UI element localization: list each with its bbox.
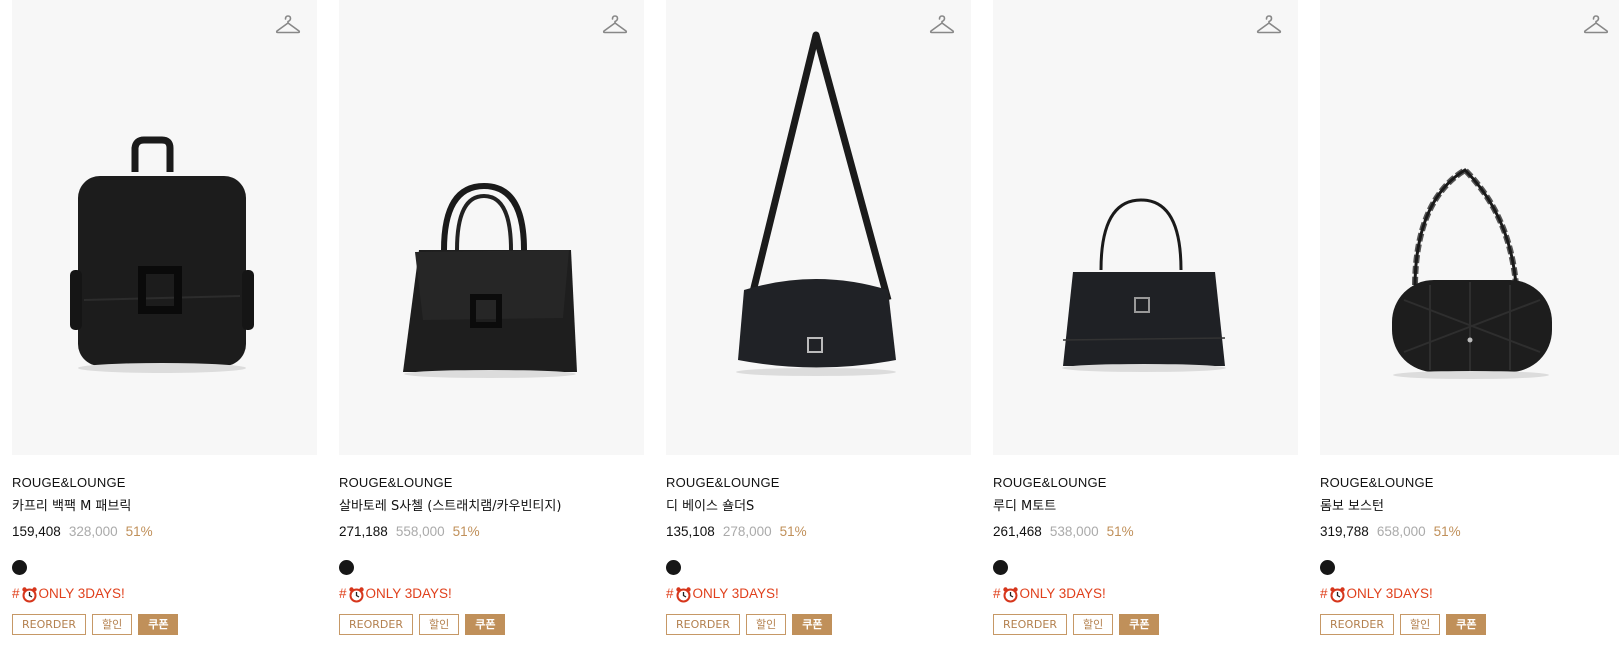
color-swatch[interactable] [993, 560, 1008, 575]
promo-tag[interactable]: # ONLY 3DAYS! [339, 585, 644, 603]
tag-text: ONLY 3DAYS! [365, 586, 452, 601]
tote-bag-image [1062, 198, 1226, 372]
sale-badge: 할인 [91, 614, 133, 635]
tag-hash: # [666, 586, 674, 601]
product-name[interactable]: 살바토레 S사첼 (스트래치램/카우빈티지) [339, 499, 644, 515]
alarm-clock-icon [348, 586, 364, 602]
product-image[interactable] [1320, 0, 1619, 455]
color-swatch[interactable] [339, 560, 354, 575]
tag-text: ONLY 3DAYS! [1346, 586, 1433, 601]
coupon-badge: 쿠폰 [1446, 614, 1487, 635]
boston-bag-image [1392, 166, 1552, 379]
alarm-clock-icon [675, 586, 691, 602]
product-brand[interactable]: ROUGE&LOUNGE [666, 475, 971, 491]
sale-badge: 할인 [1399, 614, 1441, 635]
sale-badge: 할인 [1072, 614, 1114, 635]
badge-row: REORDER 할인 쿠폰 [993, 614, 1298, 635]
hanger-icon[interactable] [1583, 14, 1609, 36]
hanger-icon[interactable] [929, 14, 955, 36]
tag-text: ONLY 3DAYS! [38, 586, 125, 601]
backpack-image [70, 136, 254, 373]
color-swatch[interactable] [666, 560, 681, 575]
discount-rate: 51% [1106, 524, 1134, 539]
sale-price: 261,468 [993, 524, 1042, 539]
product-brand[interactable]: ROUGE&LOUNGE [12, 475, 317, 491]
shoulder-bag-image [736, 31, 896, 376]
color-swatch[interactable] [1320, 560, 1335, 575]
price-row: 159,408 328,000 51% [12, 523, 317, 541]
reorder-badge: REORDER [12, 614, 86, 635]
price-row: 271,188 558,000 51% [339, 523, 644, 541]
reorder-badge: REORDER [1320, 614, 1394, 635]
alarm-clock-icon [1329, 586, 1345, 602]
promo-tag[interactable]: # ONLY 3DAYS! [666, 585, 971, 603]
product-image[interactable] [339, 0, 644, 455]
product-brand[interactable]: ROUGE&LOUNGE [993, 475, 1298, 491]
product-name[interactable]: 카프리 백팩 M 패브릭 [12, 499, 317, 515]
product-brand[interactable]: ROUGE&LOUNGE [1320, 475, 1619, 491]
badge-row: REORDER 할인 쿠폰 [1320, 614, 1619, 635]
product-image[interactable] [993, 0, 1298, 455]
price-row: 135,108 278,000 51% [666, 523, 971, 541]
price-row: 261,468 538,000 51% [993, 523, 1298, 541]
product-grid: ROUGE&LOUNGE 카프리 백팩 M 패브릭 159,408 328,000… [0, 0, 1619, 659]
satchel-image [403, 182, 577, 378]
sale-price: 135,108 [666, 524, 715, 539]
hanger-icon[interactable] [275, 14, 301, 36]
product-name[interactable]: 루디 M토트 [993, 499, 1298, 515]
color-swatch[interactable] [12, 560, 27, 575]
tag-text: ONLY 3DAYS! [692, 586, 779, 601]
discount-rate: 51% [125, 524, 153, 539]
reorder-badge: REORDER [993, 614, 1067, 635]
original-price: 538,000 [1049, 524, 1099, 539]
original-price: 558,000 [395, 524, 445, 539]
original-price: 278,000 [722, 524, 772, 539]
price-row: 319,788 658,000 51% [1320, 523, 1619, 541]
product-card[interactable]: ROUGE&LOUNGE 카프리 백팩 M 패브릭 159,408 328,000… [12, 0, 317, 635]
alarm-clock-icon [1002, 586, 1018, 602]
product-name[interactable]: 롬보 보스턴 [1320, 499, 1619, 515]
tag-hash: # [993, 586, 1001, 601]
coupon-badge: 쿠폰 [138, 614, 179, 635]
hanger-icon[interactable] [602, 14, 628, 36]
sale-badge: 할인 [745, 614, 787, 635]
discount-rate: 51% [452, 524, 480, 539]
badge-row: REORDER 할인 쿠폰 [12, 614, 317, 635]
product-card[interactable]: ROUGE&LOUNGE 디 베이스 숄더S 135,108 278,000 51%… [666, 0, 971, 635]
promo-tag[interactable]: # ONLY 3DAYS! [1320, 585, 1619, 603]
sale-badge: 할인 [418, 614, 460, 635]
tag-hash: # [1320, 586, 1328, 601]
reorder-badge: REORDER [339, 614, 413, 635]
sale-price: 159,408 [12, 524, 61, 539]
promo-tag[interactable]: # ONLY 3DAYS! [12, 585, 317, 603]
tag-hash: # [339, 586, 347, 601]
product-card[interactable]: ROUGE&LOUNGE 살바토레 S사첼 (스트래치램/카우빈티지) 271,… [339, 0, 644, 635]
tag-text: ONLY 3DAYS! [1019, 586, 1106, 601]
product-image[interactable] [666, 0, 971, 455]
original-price: 658,000 [1376, 524, 1426, 539]
product-card[interactable]: ROUGE&LOUNGE 루디 M토트 261,468 538,000 51% # … [993, 0, 1298, 635]
promo-tag[interactable]: # ONLY 3DAYS! [993, 585, 1298, 603]
badge-row: REORDER 할인 쿠폰 [339, 614, 644, 635]
product-card[interactable]: ROUGE&LOUNGE 롬보 보스턴 319,788 658,000 51% # … [1320, 0, 1619, 635]
original-price: 328,000 [68, 524, 118, 539]
product-image[interactable] [12, 0, 317, 455]
coupon-badge: 쿠폰 [1119, 614, 1160, 635]
badge-row: REORDER 할인 쿠폰 [666, 614, 971, 635]
coupon-badge: 쿠폰 [465, 614, 506, 635]
sale-price: 319,788 [1320, 524, 1369, 539]
hanger-icon[interactable] [1256, 14, 1282, 36]
reorder-badge: REORDER [666, 614, 740, 635]
tag-hash: # [12, 586, 20, 601]
sale-price: 271,188 [339, 524, 388, 539]
discount-rate: 51% [779, 524, 807, 539]
product-brand[interactable]: ROUGE&LOUNGE [339, 475, 644, 491]
product-name[interactable]: 디 베이스 숄더S [666, 499, 971, 515]
discount-rate: 51% [1433, 524, 1461, 539]
alarm-clock-icon [21, 586, 37, 602]
coupon-badge: 쿠폰 [792, 614, 833, 635]
